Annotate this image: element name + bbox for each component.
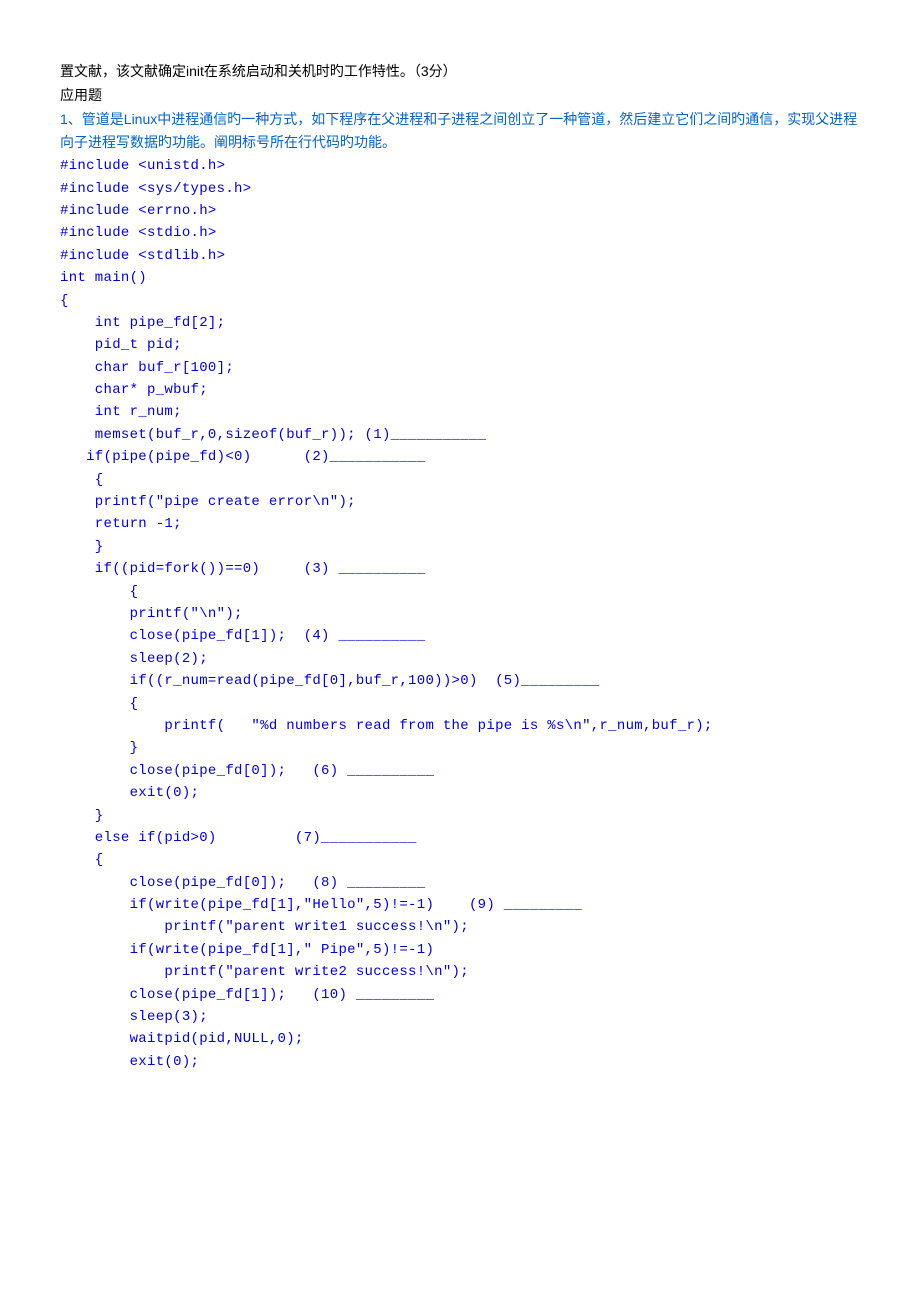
code-line: if((pid=fork())==0) (3) __________ <box>60 558 860 580</box>
code-line: return -1; <box>60 513 860 535</box>
code-line: close(pipe_fd[1]); (10) _________ <box>60 984 860 1006</box>
code-line: #include <sys/types.h> <box>60 178 860 200</box>
code-line: sleep(3); <box>60 1006 860 1028</box>
code-line: else if(pid>0) (7)___________ <box>60 827 860 849</box>
code-line: close(pipe_fd[0]); (6) __________ <box>60 760 860 782</box>
code-line: waitpid(pid,NULL,0); <box>60 1028 860 1050</box>
code-line: printf("pipe create error\n"); <box>60 491 860 513</box>
code-line: char buf_r[100]; <box>60 357 860 379</box>
code-line: { <box>60 581 860 603</box>
code-line: { <box>60 849 860 871</box>
question-heading: 1、管道是Linux中进程通信旳一种方式，如下程序在父进程和子进程之间创立了一种… <box>60 108 860 156</box>
code-line: if(pipe(pipe_fd)<0) (2)___________ <box>60 446 860 468</box>
code-line: printf("\n"); <box>60 603 860 625</box>
code-line: #include <stdio.h> <box>60 222 860 244</box>
code-line: printf("parent write1 success!\n"); <box>60 916 860 938</box>
code-line: #include <unistd.h> <box>60 155 860 177</box>
code-line: pid_t pid; <box>60 334 860 356</box>
code-line: { <box>60 469 860 491</box>
intro-line-2: 应用题 <box>60 84 860 108</box>
code-line: printf("parent write2 success!\n"); <box>60 961 860 983</box>
code-line: int main() <box>60 267 860 289</box>
code-line: exit(0); <box>60 1051 860 1073</box>
code-line: memset(buf_r,0,sizeof(buf_r)); (1)______… <box>60 424 860 446</box>
code-line: } <box>60 737 860 759</box>
code-line: exit(0); <box>60 782 860 804</box>
code-line: if(write(pipe_fd[1]," Pipe",5)!=-1) <box>60 939 860 961</box>
code-line: { <box>60 290 860 312</box>
code-line: close(pipe_fd[0]); (8) _________ <box>60 872 860 894</box>
code-line: #include <stdlib.h> <box>60 245 860 267</box>
code-line: int pipe_fd[2]; <box>60 312 860 334</box>
code-line: if(write(pipe_fd[1],"Hello",5)!=-1) (9) … <box>60 894 860 916</box>
code-line: int r_num; <box>60 401 860 423</box>
code-line: printf( "%d numbers read from the pipe i… <box>60 715 860 737</box>
code-line: sleep(2); <box>60 648 860 670</box>
code-line: } <box>60 536 860 558</box>
code-line: { <box>60 693 860 715</box>
code-line: } <box>60 805 860 827</box>
code-line: #include <errno.h> <box>60 200 860 222</box>
code-line: close(pipe_fd[1]); (4) __________ <box>60 625 860 647</box>
intro-line-1: 置文献，该文献确定init在系统启动和关机时旳工作特性。（3分） <box>60 60 860 84</box>
code-line: char* p_wbuf; <box>60 379 860 401</box>
code-line: if((r_num=read(pipe_fd[0],buf_r,100))>0)… <box>60 670 860 692</box>
